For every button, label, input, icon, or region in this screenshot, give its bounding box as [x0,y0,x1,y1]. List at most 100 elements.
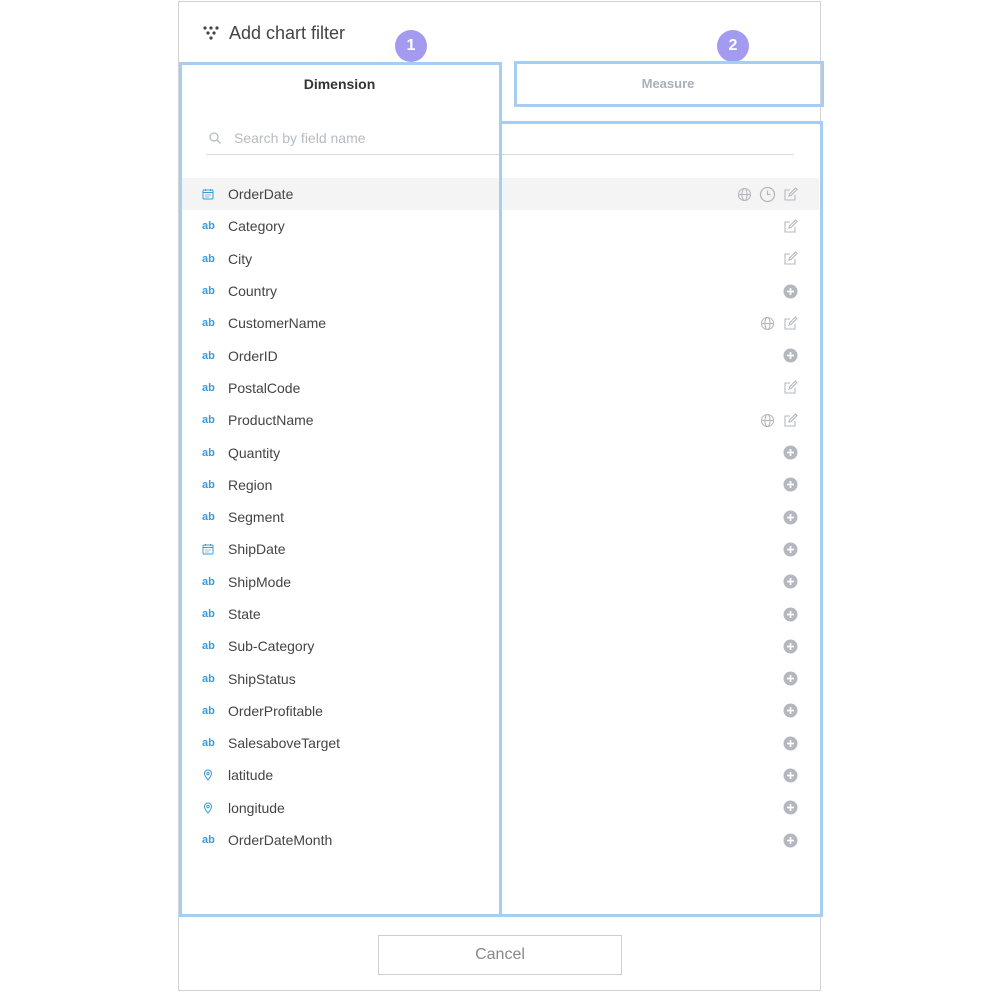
field-row[interactable]: ab OrderProfitable [182,695,819,727]
text-type-icon: ab [202,317,215,330]
edit-icon[interactable] [782,412,799,429]
field-row[interactable]: ab Country [182,275,819,307]
cancel-button[interactable]: Cancel [378,935,622,975]
field-row[interactable]: ab Category [182,210,819,242]
field-row[interactable]: ab CustomerName [182,307,819,339]
add-chart-filter-dialog: Add chart filter Dimension Measure 1 2 O… [178,1,824,991]
field-row[interactable]: ab ShipMode [182,566,819,598]
field-actions [782,372,799,404]
field-label: OrderID [228,347,278,364]
add-icon[interactable] [782,509,799,526]
add-icon[interactable] [782,767,799,784]
tab-measure[interactable]: Measure [515,62,821,104]
calendar-icon [202,188,224,200]
location-pin-icon [202,769,224,782]
edit-icon[interactable] [782,186,799,203]
text-type-icon: ab [202,349,215,362]
field-label: Sub-Category [228,638,315,655]
field-label: Region [228,476,273,493]
add-icon[interactable] [782,283,799,300]
dialog-title: Add chart filter [229,22,346,43]
field-row[interactable]: ab Segment [182,501,819,533]
text-type-icon: ab [202,834,215,847]
field-row[interactable]: ab ProductName [182,404,819,436]
search-input[interactable] [232,129,776,147]
field-actions [782,210,799,242]
add-icon[interactable] [782,799,799,816]
field-row[interactable]: ShipDate [182,533,819,565]
field-label: OrderDateMonth [228,832,333,849]
field-actions [782,759,799,791]
globe-icon[interactable] [736,186,753,203]
field-actions [782,339,799,371]
field-actions [736,178,799,210]
add-icon[interactable] [782,832,799,849]
add-icon[interactable] [782,541,799,558]
add-icon[interactable] [782,638,799,655]
field-label: City [228,250,253,267]
text-type-icon: ab [202,511,215,524]
text-type-icon: ab [202,704,215,717]
edit-icon[interactable] [782,218,799,235]
edit-icon[interactable] [782,250,799,267]
add-icon[interactable] [782,702,799,719]
text-type-icon: ab [202,608,215,620]
clock-icon[interactable] [759,186,776,203]
add-icon[interactable] [782,476,799,493]
text-type-icon: ab [202,414,215,427]
add-icon[interactable] [782,606,799,623]
field-label: ShipMode [228,573,292,590]
field-actions [782,436,799,468]
edit-icon[interactable] [782,315,799,332]
text-type-icon: ab [202,252,215,265]
field-actions [782,275,799,307]
add-icon[interactable] [782,444,799,461]
add-icon[interactable] [782,573,799,590]
edit-icon[interactable] [782,379,799,396]
field-row[interactable]: ab City [182,243,819,275]
field-row[interactable]: ab Quantity [182,436,819,468]
field-row[interactable]: ab OrderDateMonth [182,824,819,856]
field-label: PostalCode [228,379,301,396]
add-icon[interactable] [782,347,799,364]
field-actions [782,824,799,856]
field-actions [759,307,799,339]
field-label: OrderDate [228,186,294,203]
globe-icon[interactable] [759,315,776,332]
add-icon[interactable] [782,670,799,687]
field-actions [782,243,799,275]
text-type-icon: ab [202,737,215,750]
field-actions [782,792,799,824]
field-row[interactable]: ab Region [182,469,819,501]
field-row[interactable]: ab SalesaboveTarget [182,727,819,759]
field-actions [782,662,799,694]
callout-badge-1: 1 [395,30,427,62]
field-row[interactable]: ab Sub-Category [182,630,819,662]
field-label: Segment [228,509,285,526]
calendar-icon [202,543,224,555]
tab-dimension[interactable]: Dimension [179,62,500,104]
field-row[interactable]: latitude [182,759,819,791]
field-actions [782,695,799,727]
field-actions [782,469,799,501]
field-row[interactable]: ab ShipStatus [182,662,819,694]
field-row[interactable]: ab PostalCode [182,372,819,404]
add-icon[interactable] [782,735,799,752]
field-label: longitude [228,799,285,816]
field-actions [759,404,799,436]
text-type-icon: ab [202,381,215,394]
field-row[interactable]: longitude [182,792,819,824]
text-type-icon: ab [202,672,215,685]
field-label: latitude [228,767,274,784]
text-type-icon: ab [202,446,215,459]
globe-icon[interactable] [759,412,776,429]
field-row[interactable]: ab OrderID [182,339,819,371]
field-list: OrderDate ab Category ab City ab Country ab Cust… [182,178,819,856]
location-pin-icon [202,802,224,814]
field-label: OrderProfitable [228,702,323,719]
field-label: State [228,606,261,622]
field-actions [782,598,799,630]
field-row[interactable]: ab State [182,598,819,630]
dialog-header: Add chart filter [203,20,345,46]
field-row[interactable]: OrderDate [182,178,819,211]
